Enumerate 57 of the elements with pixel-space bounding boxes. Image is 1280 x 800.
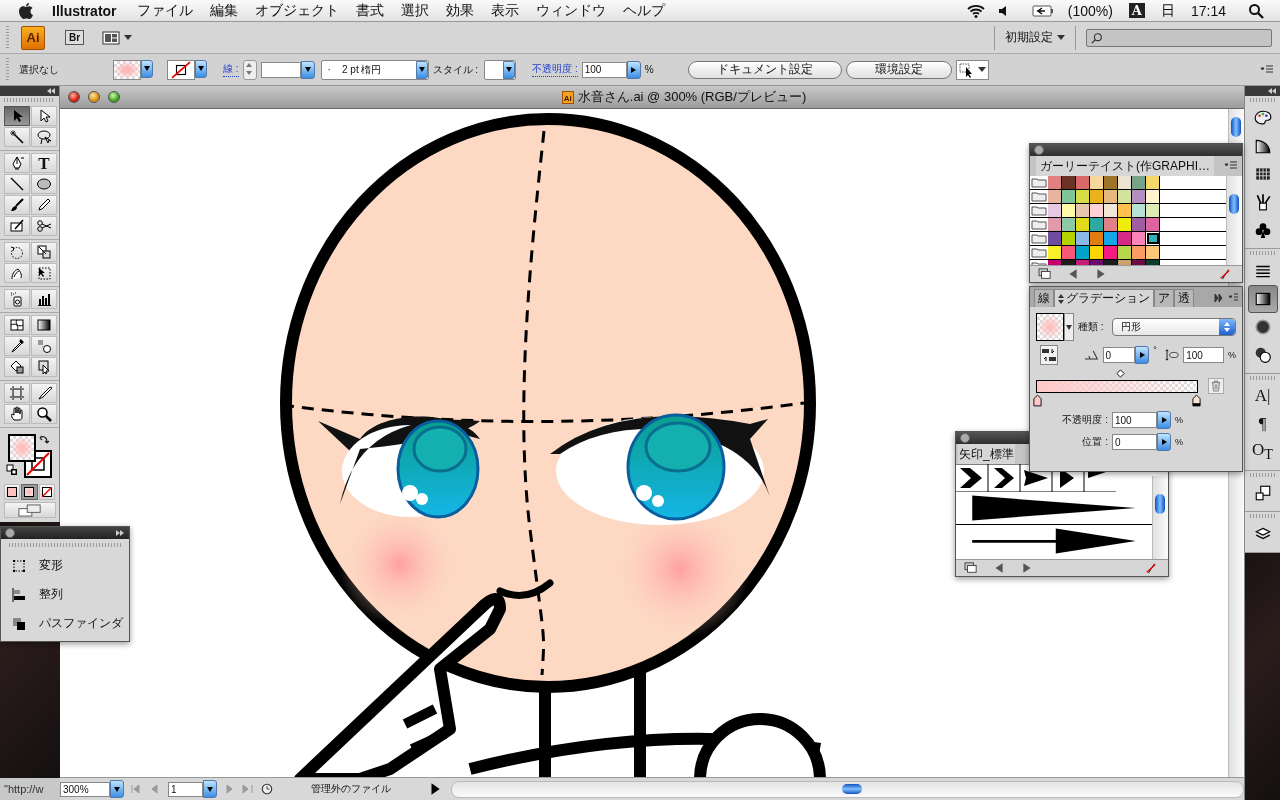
stroke-profile-dropdown[interactable]: · 2 pt 楕円: [320, 59, 429, 80]
file-icon: Ai: [561, 90, 574, 104]
menu-item[interactable]: 効果: [445, 1, 474, 20]
pill-button[interactable]: ドキュメント設定: [687, 60, 842, 79]
gradient-type-select[interactable]: 円形: [1111, 318, 1236, 336]
status-url: "http://w: [3, 783, 44, 795]
panel-shortcut[interactable]: 変形: [1, 551, 129, 580]
type-label: 種類 :: [1078, 320, 1104, 334]
location-label: 位置 :: [1081, 435, 1108, 449]
aspect-ratio-field[interactable]: 100: [1183, 347, 1224, 363]
menu-item[interactable]: 選択: [400, 1, 429, 20]
panel-title: ガーリーテイスト(作GRAPHI…: [1036, 155, 1214, 177]
panel-title: 矢印_標準: [958, 443, 1015, 465]
panel-tab[interactable]: 透: [1174, 289, 1194, 307]
paragraph-panel-button[interactable]: ¶: [1247, 410, 1278, 438]
bridge-button[interactable]: Br: [65, 30, 85, 45]
zoom-field[interactable]: 300%: [60, 781, 110, 797]
selection-status: 選択なし: [19, 62, 60, 77]
menu-item[interactable]: ウィンドウ: [535, 1, 606, 20]
percent-sign: %: [1175, 415, 1183, 425]
location-field[interactable]: 0: [1112, 434, 1157, 450]
stroke-link[interactable]: 線 :: [223, 62, 239, 77]
workspace-menu[interactable]: 初期設定: [1005, 29, 1065, 46]
character-panel-button[interactable]: A|: [1247, 382, 1278, 410]
input-source-menu[interactable]: A: [1128, 3, 1145, 18]
opentype-panel-button[interactable]: O$_{T}$: [1247, 438, 1278, 466]
opacity-link[interactable]: 不透明度 :: [532, 62, 578, 77]
percent-sign: %: [644, 64, 654, 75]
stop-opacity-field[interactable]: 100: [1112, 412, 1157, 428]
menu-item[interactable]: ヘルプ: [622, 1, 665, 20]
percent-sign: %: [1228, 350, 1236, 360]
panel-tab[interactable]: ア: [1154, 289, 1174, 307]
style-label: スタイル :: [432, 62, 479, 77]
menu-item[interactable]: オブジェクト: [254, 1, 339, 20]
opacity-field[interactable]: 100: [581, 61, 627, 78]
menu-item[interactable]: 編集: [209, 1, 238, 20]
panel-tab[interactable]: 線: [1034, 289, 1054, 307]
percent-sign: %: [1175, 437, 1183, 447]
degree-sign: °: [1153, 345, 1157, 355]
document-title: 水音さん.ai @ 300% (RGB/プレビュー): [577, 88, 807, 106]
opacity-label: 不透明度 :: [1061, 413, 1108, 427]
angle-field[interactable]: 0: [1102, 347, 1136, 363]
panel-tab[interactable]: グラデーション: [1054, 289, 1154, 307]
type-tool-button[interactable]: T: [31, 153, 57, 173]
pill-button[interactable]: 環境設定: [845, 60, 952, 79]
menu-item[interactable]: 書式: [355, 1, 384, 20]
panel-shortcut[interactable]: パスファインダ: [1, 609, 129, 638]
menu-item[interactable]: ファイル: [136, 1, 193, 20]
page-field[interactable]: 1: [168, 781, 203, 797]
day-label: 日: [1160, 1, 1175, 20]
panel-shortcut[interactable]: 整列: [1, 580, 129, 609]
menu-item[interactable]: 表示: [490, 1, 519, 20]
status-info[interactable]: 管理外のファイル: [277, 782, 425, 796]
app-logo[interactable]: Ai: [21, 25, 45, 50]
clock[interactable]: 17:14: [1190, 2, 1226, 19]
battery-percentage: (100%): [1067, 2, 1113, 19]
app-menu[interactable]: Illustrator: [52, 2, 117, 19]
